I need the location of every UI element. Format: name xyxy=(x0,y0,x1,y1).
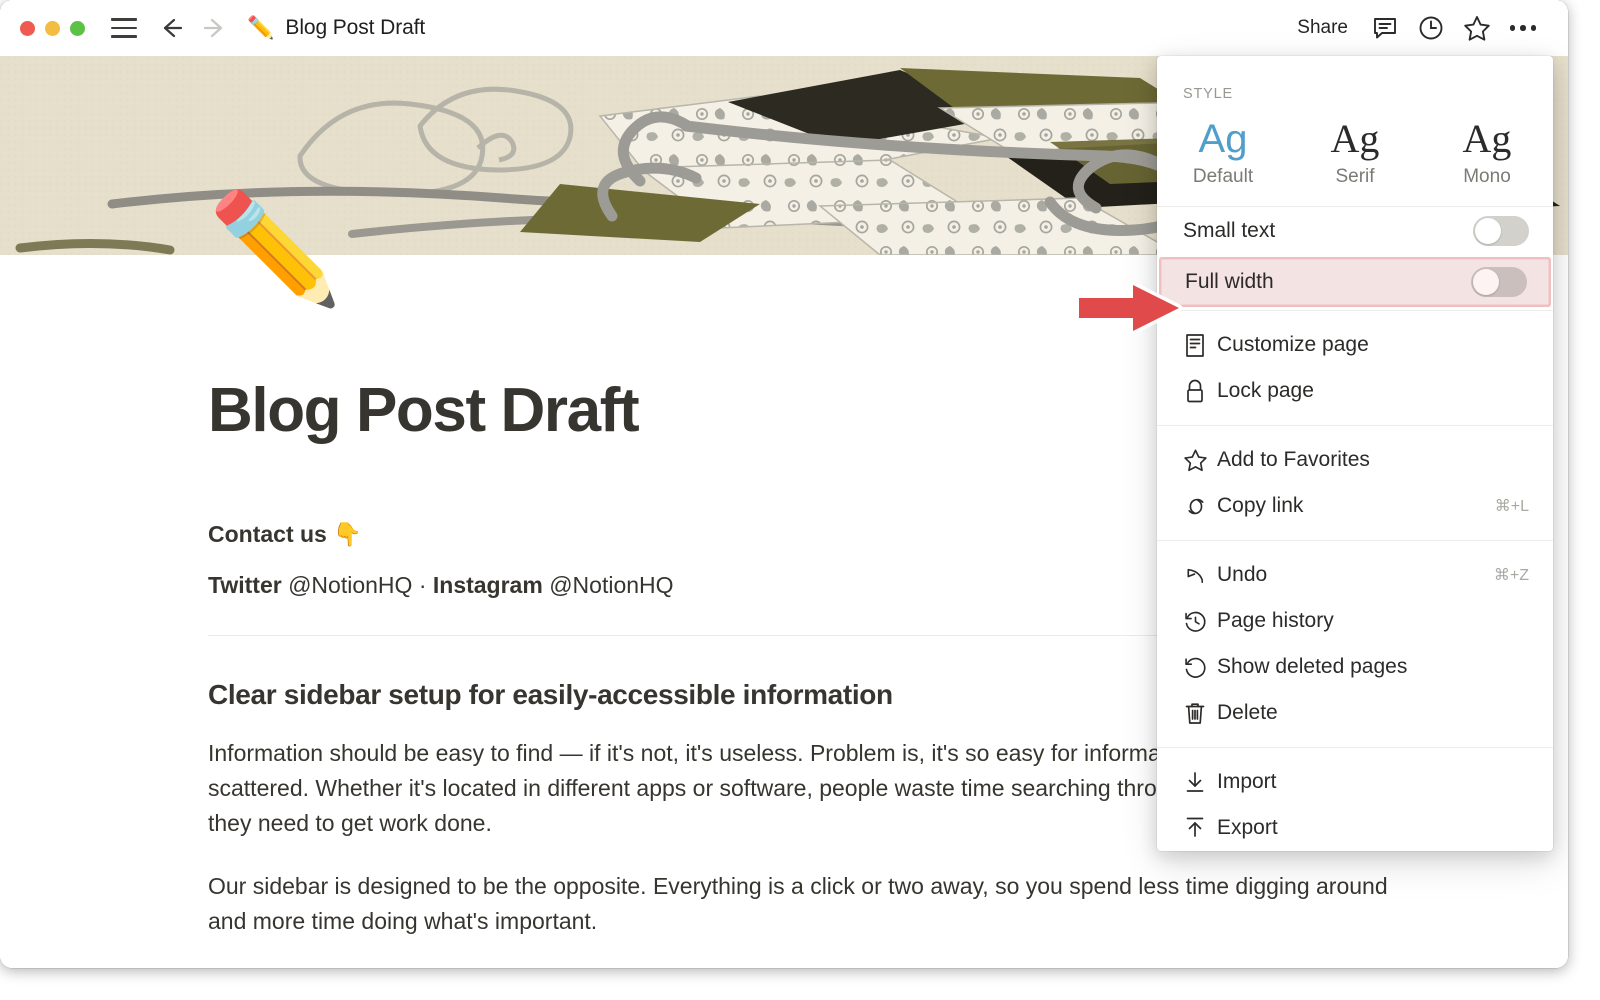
menu-item-delete[interactable]: Delete xyxy=(1157,690,1553,736)
full-width-toggle[interactable] xyxy=(1471,267,1527,297)
trash-icon xyxy=(1183,701,1217,726)
traffic-lights xyxy=(20,20,85,36)
menu-item-label: Copy link xyxy=(1217,494,1304,517)
menu-group-page: Customize page Lock page xyxy=(1157,311,1553,425)
menu-item-lock-page[interactable]: Lock page xyxy=(1157,368,1553,414)
link-icon xyxy=(1183,494,1217,519)
menu-item-label: Undo xyxy=(1217,563,1268,586)
menu-item-show-deleted-pages[interactable]: Show deleted pages xyxy=(1157,644,1553,690)
menu-group-history: Undo ⌘+Z Page history Show deleted pages… xyxy=(1157,541,1553,747)
separator-dot: · xyxy=(418,572,427,599)
full-width-label: Full width xyxy=(1185,270,1274,293)
style-option-group: Ag Default Ag Serif Ag Mono xyxy=(1157,102,1553,206)
menu-section-label-style: STYLE xyxy=(1183,86,1233,102)
page-options-menu: STYLE Ag Default Ag Serif Ag Mono Small … xyxy=(1157,56,1553,851)
menu-item-label: Page history xyxy=(1217,609,1334,632)
instagram-label: Instagram xyxy=(432,572,543,599)
style-option-default[interactable]: Ag Default xyxy=(1157,116,1289,188)
paragraph-2[interactable]: Our sidebar is designed to be the opposi… xyxy=(208,869,1388,939)
title-bar: ✏️ Blog Post Draft Share xyxy=(0,0,1568,56)
titlebar-actions: Share xyxy=(1283,0,1546,56)
ellipsis-icon[interactable] xyxy=(1500,8,1546,48)
star-icon[interactable] xyxy=(1454,8,1500,48)
share-button[interactable]: Share xyxy=(1283,11,1362,45)
menu-group-share: Add to Favorites Copy link ⌘+L xyxy=(1157,426,1553,540)
style-sample-serif: Ag xyxy=(1330,116,1380,161)
arrow-left-icon[interactable] xyxy=(151,8,191,48)
twitter-label: Twitter xyxy=(208,572,282,599)
menu-item-export[interactable]: Export xyxy=(1157,805,1553,851)
menu-row-small-text[interactable]: Small text xyxy=(1157,207,1553,254)
menu-item-label: Export xyxy=(1217,816,1278,839)
menu-item-undo[interactable]: Undo ⌘+Z xyxy=(1157,552,1553,598)
page-emoji-icon: ✏️ xyxy=(247,15,275,40)
small-text-label: Small text xyxy=(1183,218,1276,242)
hamburger-icon[interactable] xyxy=(107,8,141,48)
style-label-mono: Mono xyxy=(1463,166,1511,187)
page-icon xyxy=(1183,333,1217,358)
menu-item-copy-link[interactable]: Copy link ⌘+L xyxy=(1157,483,1553,529)
style-sample-mono: Ag xyxy=(1462,116,1512,161)
style-label-default: Default xyxy=(1192,166,1254,187)
minimize-window-button[interactable] xyxy=(45,20,60,36)
page-icon-emoji[interactable]: ✏️ xyxy=(208,195,342,303)
menu-item-label: Add to Favorites xyxy=(1217,448,1370,471)
app-window: ✏️ Blog Post Draft Share ✏️ Blog Post Dr… xyxy=(0,0,1568,968)
menu-item-customize-page[interactable]: Customize page xyxy=(1157,322,1553,368)
undo-icon xyxy=(1183,563,1217,588)
menu-item-add-to-favorites[interactable]: Add to Favorites xyxy=(1157,437,1553,483)
clock-icon[interactable] xyxy=(1408,8,1454,48)
menu-item-label: Delete xyxy=(1217,701,1278,724)
menu-group-transfer: Import Export xyxy=(1157,748,1553,851)
menu-item-label: Lock page xyxy=(1217,379,1314,402)
import-icon xyxy=(1183,770,1217,795)
style-option-mono[interactable]: Ag Mono xyxy=(1421,116,1553,188)
menu-item-label: Import xyxy=(1217,770,1277,793)
maximize-window-button[interactable] xyxy=(70,20,85,36)
style-option-serif[interactable]: Ag Serif xyxy=(1289,116,1421,188)
close-window-button[interactable] xyxy=(20,20,35,36)
menu-item-import[interactable]: Import xyxy=(1157,759,1553,805)
export-icon xyxy=(1183,816,1217,841)
menu-row-full-width[interactable]: Full width xyxy=(1159,257,1551,307)
menu-item-label: Customize page xyxy=(1217,333,1369,356)
style-label-serif: Serif xyxy=(1335,166,1375,187)
lock-icon xyxy=(1183,379,1217,404)
restore-icon xyxy=(1183,655,1217,680)
menu-item-shortcut: ⌘+L xyxy=(1494,498,1529,515)
history-icon xyxy=(1183,609,1217,634)
style-sample-default: Ag xyxy=(1198,117,1248,161)
menu-item-shortcut: ⌘+Z xyxy=(1493,567,1529,584)
star-icon xyxy=(1183,448,1217,473)
menu-item-label: Show deleted pages xyxy=(1217,655,1408,678)
twitter-handle[interactable]: @NotionHQ xyxy=(288,572,412,598)
page-title-breadcrumb[interactable]: Blog Post Draft xyxy=(285,16,425,40)
comment-icon[interactable] xyxy=(1362,8,1408,48)
arrow-right-icon[interactable] xyxy=(195,8,235,48)
menu-item-page-history[interactable]: Page history xyxy=(1157,598,1553,644)
small-text-toggle[interactable] xyxy=(1473,215,1529,246)
instagram-handle[interactable]: @NotionHQ xyxy=(549,572,673,598)
